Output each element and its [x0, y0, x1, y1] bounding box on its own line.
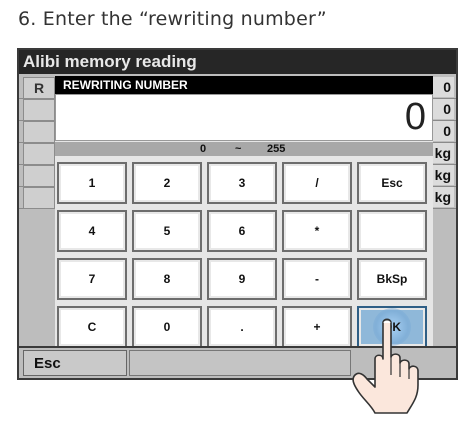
key-divide[interactable]: /: [282, 162, 352, 204]
dialog-title: REWRITING NUMBER: [55, 76, 433, 94]
key-multiply[interactable]: *: [282, 210, 352, 252]
bg-row-cell: [23, 187, 55, 209]
number-display[interactable]: 0: [55, 94, 433, 141]
key-5[interactable]: 5: [132, 210, 202, 252]
key-8[interactable]: 8: [132, 258, 202, 300]
key-6[interactable]: 6: [207, 210, 277, 252]
key-clear[interactable]: C: [57, 306, 127, 348]
hand-pointer-icon: [352, 318, 419, 414]
bottom-spacer: [129, 350, 351, 376]
bg-row-cell: [23, 165, 55, 187]
key-9[interactable]: 9: [207, 258, 277, 300]
key-minus[interactable]: -: [282, 258, 352, 300]
range-min: 0: [200, 143, 207, 155]
bg-row-cell: [23, 121, 55, 143]
bg-row-label: R: [23, 77, 55, 99]
rewriting-number-dialog: REWRITING NUMBER 0 0 ~ 255 1 2 3 / Esc 4…: [55, 76, 433, 352]
key-4[interactable]: 4: [57, 210, 127, 252]
key-1[interactable]: 1: [57, 162, 127, 204]
range-indicator: 0 ~ 255: [55, 142, 433, 156]
esc-button[interactable]: Esc: [23, 350, 127, 376]
range-separator: ~: [235, 143, 242, 155]
key-esc[interactable]: Esc: [357, 162, 427, 204]
key-2[interactable]: 2: [132, 162, 202, 204]
key-blank[interactable]: [357, 210, 427, 252]
screen-header: Alibi memory reading: [19, 50, 456, 74]
key-0[interactable]: 0: [132, 306, 202, 348]
key-3[interactable]: 3: [207, 162, 277, 204]
bg-row-cell: [23, 143, 55, 165]
display-value: 0: [404, 96, 426, 138]
key-backspace[interactable]: BkSp: [357, 258, 427, 300]
key-7[interactable]: 7: [57, 258, 127, 300]
range-max: 255: [267, 143, 286, 155]
step-title: 6. Enter the “rewriting number”: [18, 8, 327, 30]
key-plus[interactable]: +: [282, 306, 352, 348]
key-decimal[interactable]: .: [207, 306, 277, 348]
bg-row-cell: [23, 99, 55, 121]
